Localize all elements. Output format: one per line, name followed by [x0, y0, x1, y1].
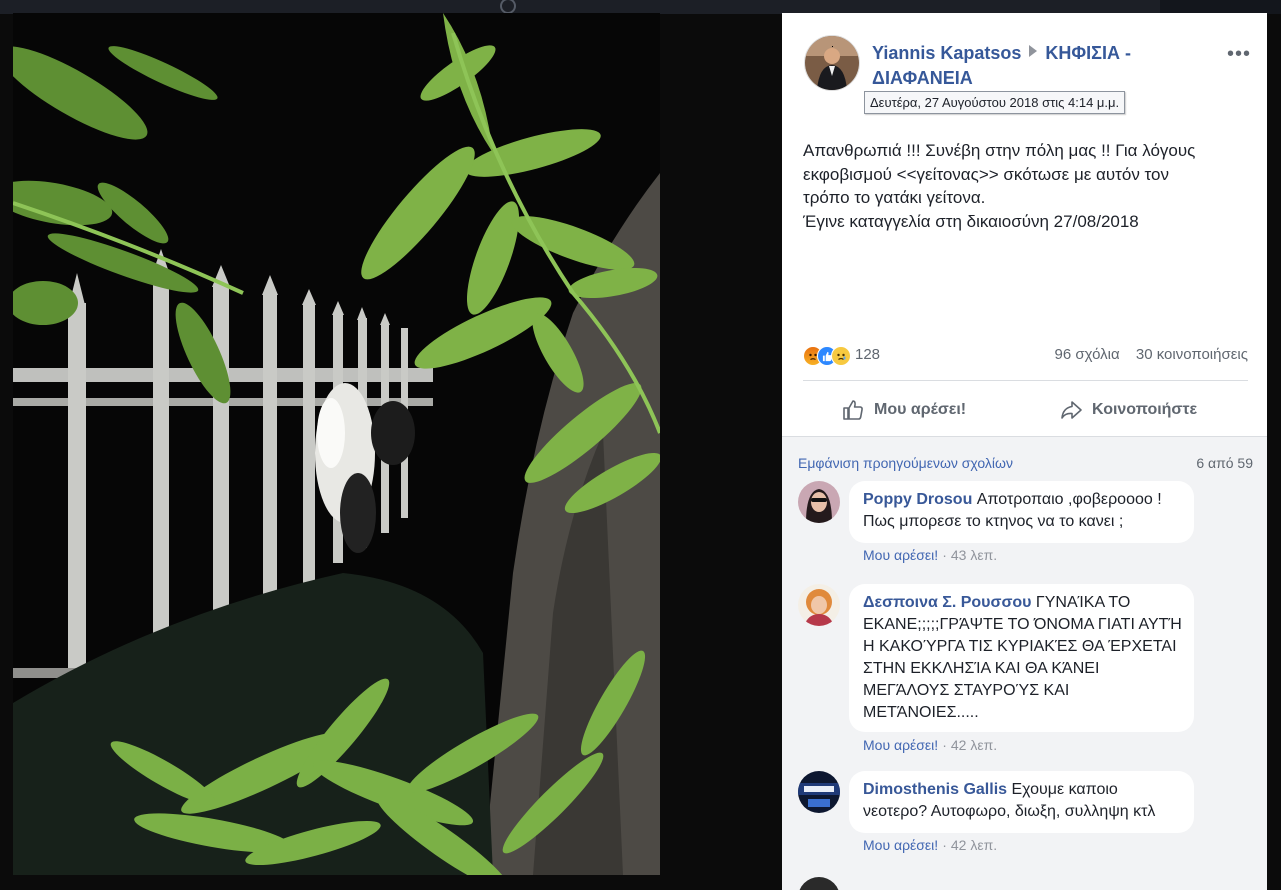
reactions-count[interactable]: 128 [855, 346, 880, 363]
background-top-bar [0, 0, 1281, 14]
post-text-line: τρόπο το γατάκι γείτονα. [803, 188, 986, 207]
commenter-avatar[interactable] [798, 584, 840, 626]
share-button-label: Κοινοποιήστε [1092, 401, 1198, 418]
commenter-avatar-image [798, 481, 840, 523]
commenter-avatar[interactable] [798, 771, 840, 813]
commenter-avatar-image [798, 771, 840, 813]
group-name-part1[interactable]: ΚΗΦΙΣΙΑ - [1045, 43, 1131, 63]
sad-reaction-icon[interactable] [831, 346, 851, 366]
commenter-avatar-image [798, 584, 840, 626]
post-text-line: Απανθρωπιά !!! Συνέβη στην πόλη μας !! Γ… [803, 141, 1196, 160]
more-options-button[interactable]: ••• [1227, 43, 1251, 66]
post-text: Απανθρωπιά !!! Συνέβη στην πόλη μας !! Γ… [803, 139, 1253, 233]
comments-count-link[interactable]: 96 σχόλια [1055, 346, 1120, 363]
search-icon [500, 0, 516, 14]
comment-time[interactable]: 42 λεπ. [951, 737, 997, 753]
arrow-right-icon [1029, 45, 1038, 57]
post-text-line: εκφοβισμού <<γείτονας>> σκότωσε με αυτόν… [803, 164, 1169, 184]
next-commenter-avatar-partial [798, 877, 840, 890]
post-text-line: Έγινε καταγγελία στη δικαιοσύνη 27/08/20… [803, 211, 1139, 231]
photo-illustration [13, 13, 660, 875]
commenter-name[interactable]: Δεσποινα Σ. Ρουσσου [863, 594, 1031, 611]
comment-bubble: Dimosthenis Gallis Εχουμε καποιο νεοτερο… [849, 771, 1194, 833]
comments-shares-counts: 96 σχόλια 30 κοινοποιήσεις [1043, 346, 1248, 363]
divider [803, 380, 1248, 381]
comment-bubble: Δεσποινα Σ. Ρουσσου ΓΥΝΑΊΚΑ ΤΟ ΕΚΑΝΕ;;;;… [849, 584, 1194, 732]
share-arrow-icon [1061, 401, 1082, 419]
comment-bubble: Poppy Drosou Αποτροπαιο ,φοβεροοοο ! Πως… [849, 481, 1194, 543]
thumbs-up-icon [843, 400, 863, 420]
post-panel: Yiannis Kapatsos ΚΗΦΙΣΙΑ - ΔΙΑΦΑΝΕΙΑ ••• … [782, 13, 1267, 890]
author-name[interactable]: Yiannis Kapatsos [872, 43, 1021, 63]
view-previous-comments-link[interactable]: Εμφάνιση προηγούμενων σχολίων [798, 455, 1013, 471]
comment-time[interactable]: 43 λεπ. [951, 547, 997, 563]
post-stats: 128 96 σχόλια 30 κοινοποιήσεις [803, 344, 1248, 366]
commenter-name[interactable]: Poppy Drosou [863, 491, 972, 508]
post-author-line: Yiannis Kapatsos ΚΗΦΙΣΙΑ - ΔΙΑΦΑΝΕΙΑ [872, 41, 1202, 91]
comments-pagination-count: 6 από 59 [1196, 455, 1253, 471]
author-avatar[interactable] [804, 35, 860, 91]
comments-section: Εμφάνιση προηγούμενων σχολίων 6 από 59 P… [782, 436, 1267, 890]
timestamp-tooltip: Δευτέρα, 27 Αυγούστου 2018 στις 4:14 μ.μ… [864, 91, 1126, 114]
comment-like-link[interactable]: Μου αρέσει! [863, 737, 938, 753]
background-top-bar-right [1160, 0, 1281, 14]
comment-meta: Μου αρέσει! · 43 λεπ. [863, 547, 998, 563]
comment-time[interactable]: 42 λεπ. [951, 837, 997, 853]
comment-text: ΓΥΝΑΊΚΑ ΤΟ ΕΚΑΝΕ;;;;;ΓΡΆΨΤΕ ΤΟ ΌΝΟΜΑ ΓΙΑ… [863, 594, 1182, 721]
comment-meta: Μου αρέσει! · 42 λεπ. [863, 837, 998, 853]
shares-count-link[interactable]: 30 κοινοποιήσεις [1136, 346, 1248, 363]
post-actions: Μου αρέσει! Κοινοποιήστε [803, 390, 1248, 430]
like-button[interactable]: Μου αρέσει! [841, 390, 966, 430]
comment-like-link[interactable]: Μου αρέσει! [863, 547, 938, 563]
author-avatar-image [805, 36, 859, 90]
share-button[interactable]: Κοινοποιήστε [1059, 390, 1197, 430]
like-button-label: Μου αρέσει! [874, 401, 967, 418]
comment-meta: Μου αρέσει! · 42 λεπ. [863, 737, 998, 753]
post-header: Yiannis Kapatsos ΚΗΦΙΣΙΑ - ΔΙΑΦΑΝΕΙΑ ••• … [804, 35, 1267, 125]
commenter-avatar[interactable] [798, 481, 840, 523]
group-name-part2[interactable]: ΔΙΑΦΑΝΕΙΑ [872, 68, 973, 88]
post-photo[interactable] [13, 13, 660, 875]
previous-comments-row: Εμφάνιση προηγούμενων σχολίων 6 από 59 [798, 455, 1253, 471]
comment-like-link[interactable]: Μου αρέσει! [863, 837, 938, 853]
commenter-name[interactable]: Dimosthenis Gallis [863, 781, 1007, 798]
